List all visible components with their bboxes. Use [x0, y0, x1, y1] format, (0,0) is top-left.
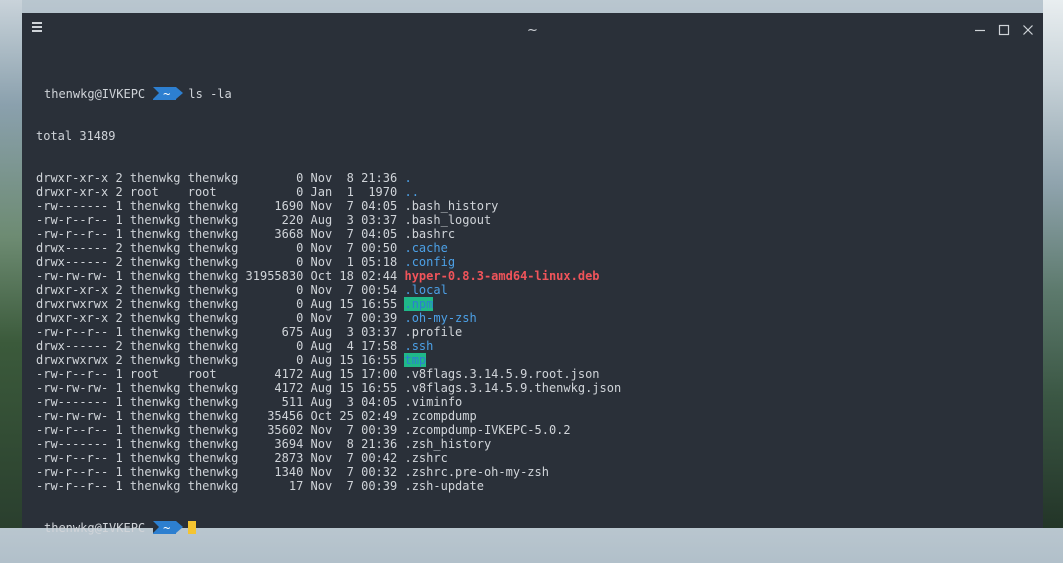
file-attributes: -rw-rw-rw- 1 thenwkg thenwkg 35456 Oct 2… [36, 409, 405, 423]
listing-row: drwxr-xr-x 2 thenwkg thenwkg 0 Nov 7 00:… [36, 311, 1026, 325]
prompt-user-host: thenwkg@IVKEPC [44, 87, 146, 101]
close-icon[interactable] [1020, 22, 1036, 38]
file-attributes: -rw-r--r-- 1 thenwkg thenwkg 35602 Nov 7… [36, 423, 405, 437]
listing-row: -rw-rw-rw- 1 thenwkg thenwkg 35456 Oct 2… [36, 409, 1026, 423]
file-name: .local [404, 283, 448, 297]
file-attributes: -rw------- 1 thenwkg thenwkg 511 Aug 3 0… [36, 395, 405, 409]
file-name: .zcompdump-IVKEPC-5.0.2 [404, 423, 571, 437]
file-name: .zsh-update [404, 479, 484, 493]
listing-row: -rw-r--r-- 1 thenwkg thenwkg 2873 Nov 7 … [36, 451, 1026, 465]
file-attributes: -rw-rw-rw- 1 thenwkg thenwkg 4172 Aug 15… [36, 381, 405, 395]
file-attributes: -rw-r--r-- 1 thenwkg thenwkg 675 Aug 3 0… [36, 325, 405, 339]
listing-row: -rw------- 1 thenwkg thenwkg 1690 Nov 7 … [36, 199, 1026, 213]
file-attributes: -rw-r--r-- 1 thenwkg thenwkg 220 Aug 3 0… [36, 213, 405, 227]
listing-row: drwxr-xr-x 2 root root 0 Jan 1 1970 .. [36, 185, 1026, 199]
listing-row: -rw-r--r-- 1 thenwkg thenwkg 35602 Nov 7… [36, 423, 1026, 437]
listing-row: drwxr-xr-x 2 thenwkg thenwkg 0 Nov 8 21:… [36, 171, 1026, 185]
file-name: .. [404, 185, 419, 199]
prompt-line: thenwkg@IVKEPC ~ [36, 521, 1026, 535]
file-name: .config [404, 255, 456, 269]
file-attributes: -rw------- 1 thenwkg thenwkg 1690 Nov 7 … [36, 199, 405, 213]
listing-row: -rw-r--r-- 1 thenwkg thenwkg 1340 Nov 7 … [36, 465, 1026, 479]
file-attributes: drwxrwxrwx 2 thenwkg thenwkg 0 Aug 15 16… [36, 353, 405, 367]
listing-row: -rw-r--r-- 1 thenwkg thenwkg 3668 Nov 7 … [36, 227, 1026, 241]
file-name: .zshrc.pre-oh-my-zsh [404, 465, 549, 479]
file-attributes: drwxr-xr-x 2 thenwkg thenwkg 0 Nov 7 00:… [36, 283, 405, 297]
file-attributes: -rw-r--r-- 1 thenwkg thenwkg 3668 Nov 7 … [36, 227, 405, 241]
file-name: tmp [404, 353, 427, 367]
prompt-user-host: thenwkg@IVKEPC [44, 521, 146, 535]
directory-listing: drwxr-xr-x 2 thenwkg thenwkg 0 Nov 8 21:… [36, 171, 1026, 493]
listing-row: -rw-r--r-- 1 thenwkg thenwkg 675 Aug 3 0… [36, 325, 1026, 339]
file-name: .zcompdump [404, 409, 477, 423]
listing-row: drwxrwxrwx 2 thenwkg thenwkg 0 Aug 15 16… [36, 353, 1026, 367]
entered-command: ls -la [188, 87, 232, 101]
window-title: ~ [527, 23, 538, 38]
listing-row: -rw------- 1 thenwkg thenwkg 511 Aug 3 0… [36, 395, 1026, 409]
desktop-wallpaper-left [0, 0, 22, 528]
file-attributes: drwx------ 2 thenwkg thenwkg 0 Nov 1 05:… [36, 255, 405, 269]
file-name: .ssh [404, 339, 434, 353]
file-name: .viminfo [404, 395, 463, 409]
listing-row: -rw-rw-rw- 1 thenwkg thenwkg 4172 Aug 15… [36, 381, 1026, 395]
listing-row: -rw------- 1 thenwkg thenwkg 3694 Nov 8 … [36, 437, 1026, 451]
file-name: hyper-0.8.3-amd64-linux.deb [404, 269, 600, 283]
file-attributes: -rw-r--r-- 1 thenwkg thenwkg 1340 Nov 7 … [36, 465, 405, 479]
terminal-output[interactable]: thenwkg@IVKEPC ~ ls -la total 31489 drwxr-… [36, 59, 1026, 563]
file-name: .v8flags.3.14.5.9.thenwkg.json [404, 381, 622, 395]
file-name: .profile [404, 325, 463, 339]
total-line: total 31489 [36, 129, 116, 143]
listing-row: drwx------ 2 thenwkg thenwkg 0 Nov 1 05:… [36, 255, 1026, 269]
file-name: .zshrc [404, 451, 448, 465]
listing-row: -rw-r--r-- 1 thenwkg thenwkg 17 Nov 7 00… [36, 479, 1026, 493]
file-attributes: -rw-rw-rw- 1 thenwkg thenwkg 31955830 Oc… [36, 269, 405, 283]
file-attributes: drwxr-xr-x 2 thenwkg thenwkg 0 Nov 7 00:… [36, 311, 405, 325]
file-name: .v8flags.3.14.5.9.root.json [404, 367, 600, 381]
file-attributes: drwxr-xr-x 2 thenwkg thenwkg 0 Nov 8 21:… [36, 171, 405, 185]
prompt-cwd-segment: ~ [153, 87, 184, 101]
listing-row: -rw-r--r-- 1 root root 4172 Aug 15 17:00… [36, 367, 1026, 381]
file-name: . [404, 171, 412, 185]
file-attributes: drwx------ 2 thenwkg thenwkg 0 Nov 7 00:… [36, 241, 405, 255]
listing-row: drwxrwxrwx 2 thenwkg thenwkg 0 Aug 15 16… [36, 297, 1026, 311]
file-attributes: drwxr-xr-x 2 root root 0 Jan 1 1970 [36, 185, 405, 199]
listing-row: -rw-rw-rw- 1 thenwkg thenwkg 31955830 Oc… [36, 269, 1026, 283]
desktop-wallpaper-right [1043, 0, 1063, 528]
prompt-line: thenwkg@IVKEPC ~ ls -la [36, 87, 1026, 101]
terminal-window: ~ thenwkg@IVKEPC ~ ls -la total 31489 drwx… [22, 13, 1043, 535]
file-name: .bash_history [404, 199, 499, 213]
title-bar[interactable]: ~ [22, 13, 1043, 49]
listing-row: drwxr-xr-x 2 thenwkg thenwkg 0 Nov 7 00:… [36, 283, 1026, 297]
listing-row: drwx------ 2 thenwkg thenwkg 0 Aug 4 17:… [36, 339, 1026, 353]
file-attributes: -rw------- 1 thenwkg thenwkg 3694 Nov 8 … [36, 437, 405, 451]
listing-row: -rw-r--r-- 1 thenwkg thenwkg 220 Aug 3 0… [36, 213, 1026, 227]
file-name: .oh-my-zsh [404, 311, 477, 325]
minimize-icon[interactable] [972, 22, 988, 38]
file-name: .cache [404, 241, 448, 255]
file-attributes: drwx------ 2 thenwkg thenwkg 0 Aug 4 17:… [36, 339, 405, 353]
file-name: .npm [404, 297, 434, 311]
file-name: .bashrc [404, 227, 456, 241]
file-attributes: -rw-r--r-- 1 root root 4172 Aug 15 17:00 [36, 367, 405, 381]
maximize-icon[interactable] [996, 22, 1012, 38]
file-attributes: -rw-r--r-- 1 thenwkg thenwkg 17 Nov 7 00… [36, 479, 405, 493]
file-name: .bash_logout [404, 213, 492, 227]
listing-row: drwx------ 2 thenwkg thenwkg 0 Nov 7 00:… [36, 241, 1026, 255]
file-name: .zsh_history [404, 437, 492, 451]
file-attributes: drwxrwxrwx 2 thenwkg thenwkg 0 Aug 15 16… [36, 297, 405, 311]
file-attributes: -rw-r--r-- 1 thenwkg thenwkg 2873 Nov 7 … [36, 451, 405, 465]
